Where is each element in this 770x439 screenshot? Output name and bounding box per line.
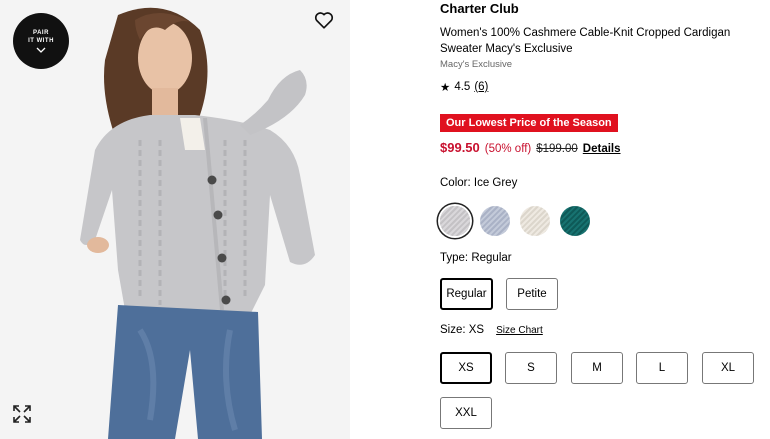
swatch-ice-grey[interactable] bbox=[440, 206, 470, 236]
pair-badge-line2: IT WITH bbox=[28, 38, 54, 44]
size-s-button[interactable]: S bbox=[505, 352, 557, 384]
size-xxl-button[interactable]: XXL bbox=[440, 397, 492, 429]
pair-badge-line1: PAIR bbox=[33, 30, 49, 36]
rating-value: 4.5 bbox=[454, 81, 471, 93]
size-chart-link[interactable]: Size Chart bbox=[496, 325, 543, 336]
expand-arrows-icon[interactable] bbox=[12, 404, 32, 424]
type-label: Type: Regular bbox=[440, 252, 512, 264]
discount-percent: (50% off) bbox=[484, 143, 532, 155]
exclusive-tag: Macy's Exclusive bbox=[440, 59, 513, 70]
review-count-link[interactable]: (6) bbox=[474, 81, 488, 93]
heart-outline-icon[interactable] bbox=[313, 9, 335, 31]
size-label: Size: XS bbox=[440, 324, 485, 336]
size-m-button[interactable]: M bbox=[571, 352, 623, 384]
brand-name-link[interactable]: Charter Club bbox=[440, 1, 519, 16]
rating-summary[interactable]: ★ 4.5 (6) bbox=[440, 80, 488, 94]
size-xl-button[interactable]: XL bbox=[702, 352, 754, 384]
price-row: $99.50 (50% off) $199.00 Details bbox=[440, 140, 621, 155]
sale-price: $99.50 bbox=[440, 140, 480, 155]
size-l-button[interactable]: L bbox=[636, 352, 688, 384]
type-petite-button[interactable]: Petite bbox=[506, 278, 558, 310]
star-icon: ★ bbox=[440, 82, 451, 94]
size-label-row: Size: XS Size Chart bbox=[440, 324, 543, 336]
chevron-down-icon bbox=[36, 47, 46, 53]
product-title: Women's 100% Cashmere Cable-Knit Cropped… bbox=[440, 27, 731, 55]
promo-badge: Our Lowest Price of the Season bbox=[440, 114, 618, 132]
pair-it-with-button[interactable]: PAIR IT WITH bbox=[13, 13, 69, 69]
swatch-teal[interactable] bbox=[560, 206, 590, 236]
color-label: Color: Ice Grey bbox=[440, 177, 518, 189]
original-price: $199.00 bbox=[536, 143, 578, 155]
color-swatches bbox=[440, 206, 590, 236]
price-details-link[interactable]: Details bbox=[583, 143, 621, 155]
swatch-light-blue[interactable] bbox=[480, 206, 510, 236]
size-xs-button[interactable]: XS bbox=[440, 352, 492, 384]
type-regular-button[interactable]: Regular bbox=[440, 278, 493, 310]
swatch-ivory[interactable] bbox=[520, 206, 550, 236]
product-image-panel: PAIR IT WITH bbox=[0, 0, 350, 439]
